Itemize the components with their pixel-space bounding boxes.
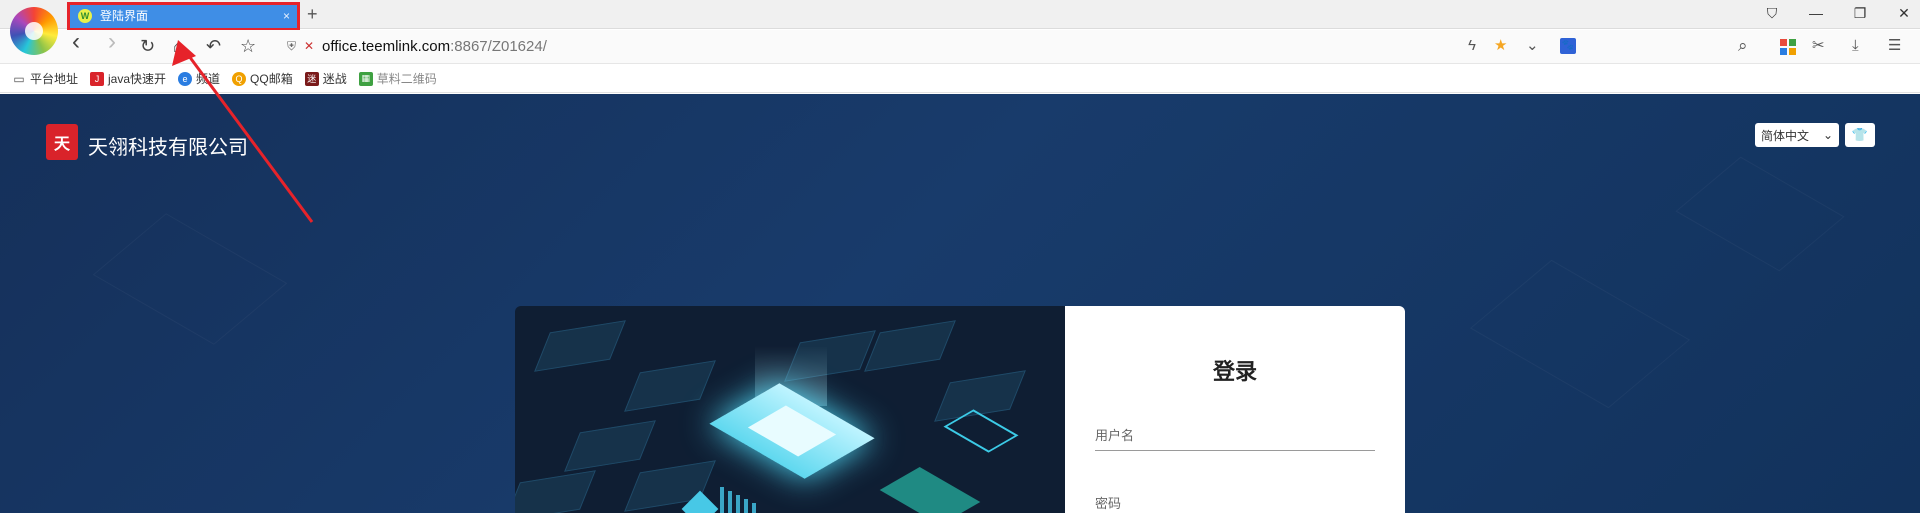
background-shape [92, 213, 288, 345]
password-input[interactable] [1095, 488, 1375, 513]
bookmark-mizhan[interactable]: 迷 迷战 [304, 70, 347, 87]
apps-grid-icon[interactable] [1780, 39, 1796, 55]
forward-button[interactable]: › [108, 30, 116, 54]
login-card: 登录 [515, 306, 1405, 513]
tab-title: 登陆界面 [100, 9, 149, 23]
login-page: 天 天翎科技有限公司 简体中文 ⌄ 👕 登录 用户名 [0, 94, 1920, 513]
close-window-button[interactable]: ✕ [1896, 5, 1912, 22]
url-path: :8867/Z01624/ [450, 38, 547, 55]
language-value: 简体中文 [1761, 128, 1810, 143]
tab-login[interactable]: W 登陆界面 × [70, 3, 298, 28]
iso-block [564, 420, 656, 472]
chip-pin [736, 495, 740, 513]
skin-button[interactable]: 👕 [1845, 123, 1875, 147]
bookmark-label: java快速开 [108, 72, 167, 86]
window-controls: ⛉ — ❐ ✕ [1764, 5, 1912, 22]
bookmarks-bar: ▭ 平台地址 J java快速开 e 频道 Q QQ邮箱 迷 迷战 ▦ 草料二维… [0, 65, 1920, 93]
minimize-button[interactable]: — [1808, 5, 1824, 22]
bookmark-java[interactable]: J java快速开 [90, 70, 166, 87]
login-illustration [515, 306, 1065, 513]
login-form: 登录 [1065, 306, 1405, 513]
chip-pin [744, 499, 748, 513]
speed-mode-icon[interactable]: ϟ [1468, 38, 1476, 54]
address-dropdown-icon[interactable]: ⌄ [1526, 38, 1539, 54]
restore-button[interactable]: ❐ [1852, 5, 1868, 22]
home-button[interactable]: ⌂ [173, 37, 184, 55]
bookmark-label: QQ邮箱 [250, 72, 293, 86]
favorite-star-icon[interactable]: ★ [1494, 38, 1507, 54]
language-select[interactable]: 简体中文 ⌄ [1755, 123, 1839, 147]
bookmark-channel[interactable]: e 频道 [178, 70, 220, 87]
company-name: 天翎科技有限公司 [88, 137, 248, 159]
bookmark-qq-mail[interactable]: Q QQ邮箱 [232, 70, 293, 87]
teal-tile [879, 466, 981, 513]
tab-favicon-icon: W [78, 8, 92, 23]
bookmark-label: 迷战 [322, 72, 347, 86]
skin-icon[interactable]: ⛉ [1764, 5, 1780, 22]
chevron-down-icon: ⌄ [1822, 128, 1833, 142]
url-host: office.teemlink.com [322, 38, 451, 55]
tab-strip: W 登陆界面 × + ⛉ — ❐ ✕ [0, 0, 1920, 55]
browser-logo-icon[interactable] [10, 7, 58, 55]
iso-block [864, 320, 956, 372]
chip-pin [728, 491, 732, 513]
search-icon[interactable]: ⌕ [1738, 37, 1748, 54]
bookmark-label: 频道 [196, 72, 221, 86]
iso-block [534, 320, 626, 372]
flash-blocked-icon[interactable]: ✕ [304, 39, 314, 53]
iso-block [515, 470, 596, 513]
tab-close-icon[interactable]: × [283, 9, 290, 23]
company-logo: 天 [46, 124, 78, 160]
download-icon[interactable]: ⤓ [1852, 38, 1859, 54]
security-shield-icon[interactable]: ⛨ [287, 39, 296, 54]
baidu-paw-icon[interactable]: 🐾 [1560, 38, 1576, 54]
bookmark-label: 平台地址 [30, 72, 79, 86]
reload-button[interactable]: ↻ [140, 37, 155, 55]
background-shape [1675, 156, 1845, 272]
bookmark-star-button[interactable]: ☆ [240, 37, 256, 55]
iso-block [624, 360, 716, 412]
screenshot-cut-icon[interactable]: ✂ [1812, 38, 1825, 54]
java-icon: J [90, 71, 105, 86]
address-bar[interactable]: office.teemlink.com:8867/Z01624/ [322, 38, 547, 55]
folder-icon: ▭ [13, 71, 25, 86]
bookmark-label: 草料二维码 [376, 72, 437, 86]
chip-pin [752, 503, 756, 513]
menu-icon[interactable]: ☰ [1888, 38, 1901, 54]
chip-pin [720, 487, 724, 513]
qrcode-icon: ▦ [358, 71, 373, 86]
qq-mail-icon: Q [232, 71, 247, 86]
bookmark-qrcode[interactable]: ▦ 草料二维码 [358, 70, 437, 87]
browser-toolbar: ‹ › ↻ ⌂ ↶ ☆ ⛨ ✕ office.teemlink.com:8867… [0, 30, 1920, 64]
username-input[interactable] [1095, 421, 1375, 451]
channel-icon: e [178, 71, 193, 86]
login-title: 登录 [1212, 359, 1257, 384]
back-button[interactable]: ‹ [72, 30, 80, 54]
shirt-icon: 👕 [1851, 127, 1869, 142]
background-shape [1469, 259, 1691, 409]
bookmark-platform-address[interactable]: ▭ 平台地址 [12, 70, 78, 87]
game-icon: 迷 [304, 71, 319, 86]
undo-close-button[interactable]: ↶ [206, 37, 221, 55]
new-tab-button[interactable]: + [307, 4, 318, 24]
